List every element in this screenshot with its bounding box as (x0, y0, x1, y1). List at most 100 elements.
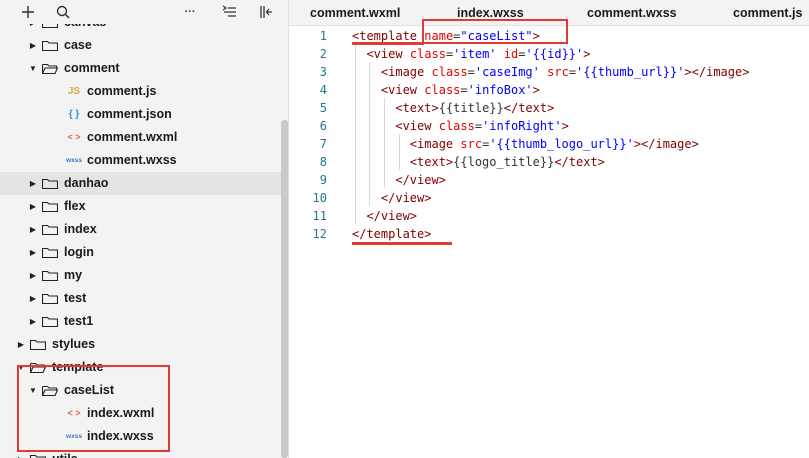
code-token: src (547, 65, 569, 79)
folder-item[interactable]: ▶ test1 (0, 310, 281, 333)
js-file-icon: JS (67, 86, 81, 97)
chevron-right-icon[interactable]: ▶ (28, 218, 38, 241)
code-token: > (583, 47, 591, 61)
search-icon[interactable] (53, 2, 73, 22)
code-token: class (409, 47, 446, 61)
folder-item[interactable]: ▶ flex (0, 195, 281, 218)
code-token: 'item' (453, 47, 497, 61)
highlight-name-attribute (422, 19, 568, 44)
folder-icon (42, 224, 58, 235)
line-number: 10 (312, 191, 327, 205)
line-number: 6 (319, 119, 327, 133)
line-number: 2 (319, 47, 327, 61)
ellipsis-icon[interactable]: ··· (180, 2, 200, 22)
file-label: comment.wxml (87, 130, 178, 144)
folder-icon (42, 270, 58, 281)
code-token: {{title}} (438, 101, 504, 115)
code-token: <image (409, 137, 454, 151)
code-token: <view (366, 47, 403, 61)
folder-icon (42, 178, 58, 189)
code-line[interactable]: <view class='infoRight'> (352, 117, 569, 135)
code-line[interactable]: <text>{{logo_title}}</text> (352, 153, 605, 171)
chevron-right-icon[interactable]: ▶ (16, 333, 26, 356)
tab-comment-wxss[interactable]: comment.wxss (587, 0, 677, 25)
tab-comment-js[interactable]: comment.js (733, 0, 802, 25)
code-line[interactable]: <image src='{{thumb_logo_url}}'></image> (352, 135, 699, 153)
chevron-right-icon[interactable]: ▶ (28, 264, 38, 287)
explorer-scrollbar[interactable] (281, 120, 288, 458)
code-line[interactable]: <image class='caseImg' src='{{thumb_url}… (352, 63, 750, 81)
code-token: id (503, 47, 519, 61)
folder-item[interactable]: ▶ index (0, 218, 281, 241)
code-token: ></image> (633, 137, 699, 151)
code-token: = (568, 65, 577, 79)
collapse-list-icon[interactable] (220, 2, 240, 22)
split-left-icon[interactable] (256, 2, 276, 22)
folder-item[interactable]: ▶ case (0, 34, 281, 57)
wxml-file-icon: < > (67, 132, 81, 142)
chevron-right-icon[interactable]: ▶ (28, 287, 38, 310)
code-token: 'infoRight' (482, 119, 562, 133)
line-number: 11 (312, 209, 327, 223)
chevron-right-icon[interactable]: ▶ (28, 172, 38, 195)
code-token: </template> (352, 227, 432, 241)
code-line[interactable]: </view> (352, 189, 432, 207)
chevron-right-icon[interactable]: ▶ (28, 310, 38, 333)
line-number: 4 (319, 83, 327, 97)
folder-item[interactable]: ▶ test (0, 287, 281, 310)
file-item[interactable]: < > comment.wxml (0, 126, 281, 149)
folder-label: case (64, 38, 92, 52)
code-line[interactable]: </view> (352, 207, 417, 225)
file-item[interactable]: JS comment.js (0, 80, 281, 103)
code-line[interactable]: </template> (352, 225, 431, 243)
code-token: 'caseImg' (474, 65, 540, 79)
underline-template-open (352, 42, 424, 45)
line-number: 3 (319, 65, 327, 79)
chevron-right-icon[interactable]: ▶ (28, 195, 38, 218)
code-line[interactable]: <view class='item' id='{{id}}'> (352, 45, 590, 63)
file-item[interactable]: { } comment.json (0, 103, 281, 126)
folder-item[interactable]: ▶ canvas (0, 24, 281, 34)
file-item[interactable]: wxss comment.wxss (0, 149, 281, 172)
code-token: class (431, 65, 468, 79)
chevron-right-icon[interactable]: ▶ (28, 241, 38, 264)
folder-item[interactable]: ▶ danhao (0, 172, 281, 195)
code-token: </text> (554, 155, 605, 169)
chevron-down-icon[interactable]: ▼ (28, 57, 38, 80)
line-number: 1 (319, 29, 327, 43)
code-token: 'infoBox' (467, 83, 533, 97)
code-token: </text> (503, 101, 555, 115)
folder-item[interactable]: ▶ stylues (0, 333, 281, 356)
code-token: > (561, 119, 569, 133)
code-token: class (438, 119, 475, 133)
chevron-right-icon[interactable]: ▶ (28, 24, 38, 34)
highlight-caselist-folder (17, 365, 170, 452)
plus-icon[interactable] (18, 2, 38, 22)
chevron-right-icon[interactable]: ▶ (28, 34, 38, 57)
code-token: <image (380, 65, 425, 79)
folder-label: index (64, 222, 97, 236)
code-token: <text> (395, 101, 439, 115)
code-token: src (460, 137, 483, 151)
folder-item[interactable]: ▼ comment (0, 57, 281, 80)
tab-comment-wxml[interactable]: comment.wxml (310, 0, 400, 25)
folder-item[interactable]: ▶ login (0, 241, 281, 264)
json-file-icon: { } (68, 109, 80, 120)
code-line[interactable]: <view class='infoBox'> (352, 81, 540, 99)
folder-item[interactable]: ▶ my (0, 264, 281, 287)
underline-template-close (352, 242, 452, 245)
code-token: ></image> (684, 65, 750, 79)
code-token: <text> (409, 155, 454, 169)
code-line[interactable]: <text>{{title}}</text> (352, 99, 554, 117)
code-line[interactable]: </view> (352, 171, 446, 189)
folder-label: my (64, 268, 83, 282)
folder-icon (42, 40, 58, 51)
